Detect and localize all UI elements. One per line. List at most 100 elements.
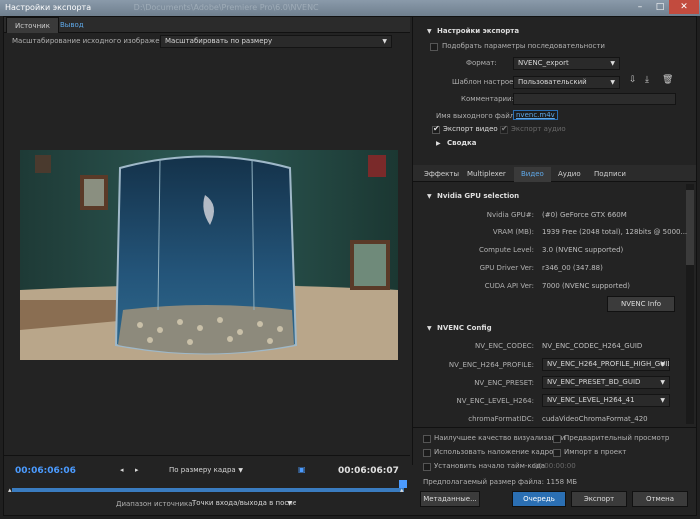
chevron-down-icon: ▼: [382, 38, 387, 45]
frame-blend-checkbox[interactable]: [423, 449, 431, 457]
level-select[interactable]: NV_ENC_LEVEL_H264_41 ▼: [542, 394, 670, 407]
tab-output[interactable]: Вывод: [52, 17, 92, 33]
safe-margins-icon[interactable]: ▣: [298, 465, 306, 474]
frame-blend-label: Использовать наложение кадров: [434, 448, 558, 456]
nvenc-row-value: NV_ENC_CODEC_H264_GUID: [542, 342, 643, 350]
collapse-triangle-icon[interactable]: ▼: [427, 28, 432, 35]
profile-value: NV_ENC_H264_PROFILE_HIGH_GUID: [547, 360, 670, 368]
export-audio-checkbox[interactable]: [500, 124, 508, 134]
chevron-down-icon: ▼: [238, 467, 243, 474]
metadata-button[interactable]: Метаданные...: [420, 491, 480, 507]
gpu-row-label: Nvidia GPU#:: [486, 211, 534, 219]
nvenc-section-title: NVENC Config: [437, 324, 492, 332]
delete-preset-icon[interactable]: 🗑: [662, 75, 673, 85]
match-sequence-checkbox[interactable]: [430, 43, 438, 51]
in-point-marker[interactable]: ▴: [8, 486, 12, 494]
output-name-link[interactable]: nvenc.m4v: [513, 110, 558, 120]
timecode-duration: 00:06:06:07: [338, 466, 399, 476]
export-video-label: Экспорт видео: [443, 125, 498, 133]
save-preset-icon[interactable]: ⇩: [629, 75, 637, 85]
tab-multiplexer[interactable]: Multiplexer: [460, 167, 513, 182]
window-titlebar: Настройки экспорта D:\Documents\Adobe\Pr…: [0, 0, 700, 16]
format-value: NVENC_export: [518, 59, 569, 67]
video-frame-image: [20, 150, 398, 360]
gpu-row-value: (#0) GeForce GTX 660M: [542, 211, 627, 219]
chevron-down-icon: ▼: [660, 397, 665, 404]
step-back-icon[interactable]: ◂: [120, 466, 124, 474]
best-quality-label: Наилучшее качество визуализации: [434, 434, 566, 442]
import-project-checkbox[interactable]: [553, 449, 561, 457]
gpu-row-label: CUDA API Ver:: [484, 282, 534, 290]
divider: [4, 455, 410, 456]
gpu-row-value: r346_00 (347.88): [542, 264, 603, 272]
divider: [413, 427, 696, 428]
format-select[interactable]: NVENC_export ▼: [513, 57, 620, 70]
export-settings-title: Настройки экспорта: [437, 27, 520, 35]
out-point-marker[interactable]: ▴: [400, 486, 404, 494]
comments-label: Комментарии:: [461, 95, 514, 103]
set-timecode-checkbox[interactable]: [423, 463, 431, 471]
gpu-row-value: 7000 (NVENC supported): [542, 282, 630, 290]
import-preset-icon[interactable]: ⤓: [645, 75, 649, 85]
window-title: Настройки экспорта: [5, 3, 92, 12]
nvenc-info-button[interactable]: NVENC Info: [607, 296, 675, 312]
set-timecode-label: Установить начало тайм-кода: [434, 462, 546, 470]
match-sequence-label: Подобрать параметры последовательности: [442, 42, 605, 50]
format-label: Формат:: [466, 59, 497, 67]
nvenc-row-label: NV_ENC_H264_PROFILE:: [448, 361, 534, 369]
maximize-button[interactable]: □: [650, 0, 670, 14]
queue-button[interactable]: Очередь: [512, 491, 566, 507]
cancel-button[interactable]: Отмена: [632, 491, 688, 507]
summary-section[interactable]: Сводка: [447, 139, 477, 147]
gpu-row-value: 3.0 (NVENC supported): [542, 246, 624, 254]
profile-select[interactable]: NV_ENC_H264_PROFILE_HIGH_GUID ▼: [542, 358, 670, 371]
step-forward-icon[interactable]: ▸: [135, 466, 139, 474]
gpu-row-label: VRAM (MB):: [492, 228, 534, 236]
source-range-select[interactable]: Точки входа/выхода в послед ▼: [188, 498, 296, 511]
collapse-triangle-icon[interactable]: ▼: [427, 193, 432, 200]
gpu-row-label: Compute Level:: [479, 246, 534, 254]
preset-guid-select[interactable]: NV_ENC_PRESET_BD_GUID ▼: [542, 376, 670, 389]
preset-label: Шаблон настроек:: [452, 78, 521, 86]
preview-checkbox[interactable]: [553, 435, 561, 443]
close-button[interactable]: ✕: [669, 0, 699, 14]
tab-audio[interactable]: Аудио: [551, 167, 588, 182]
comments-input[interactable]: [513, 93, 676, 105]
tab-effects[interactable]: Эффекты: [417, 167, 466, 182]
export-button[interactable]: Экспорт: [571, 491, 627, 507]
timeline-bar[interactable]: [12, 488, 404, 492]
preset-select[interactable]: Пользовательский ▼: [513, 76, 620, 89]
output-name-label: Имя выходного файла:: [436, 112, 521, 120]
fit-select[interactable]: По размеру кадра ▼: [165, 465, 247, 478]
export-video-checkbox[interactable]: [432, 124, 440, 134]
fit-select-value: По размеру кадра: [169, 466, 236, 474]
tab-captions[interactable]: Подписи: [587, 167, 633, 182]
nvenc-row-label: NV_ENC_CODEC:: [474, 342, 534, 350]
best-quality-checkbox[interactable]: [423, 435, 431, 443]
preset-guid-value: NV_ENC_PRESET_BD_GUID: [547, 378, 641, 386]
pane-divider: [412, 17, 413, 465]
tab-source[interactable]: Источник: [6, 17, 59, 33]
preset-value: Пользовательский: [518, 78, 587, 86]
video-preview: [20, 150, 398, 360]
chevron-down-icon: ▼: [610, 79, 615, 86]
source-range-value: Точки входа/выхода в послед: [192, 499, 296, 507]
scaling-label: Масштабирование исходного изображения:: [12, 37, 176, 45]
tab-video[interactable]: Видео: [514, 167, 551, 182]
export-audio-label: Экспорт аудио: [511, 125, 566, 133]
chevron-down-icon: ▼: [287, 500, 292, 507]
nvenc-row-label: NV_ENC_LEVEL_H264:: [456, 397, 535, 405]
nvenc-row-value: cudaVideoChromaFormat_420: [542, 415, 648, 423]
collapse-triangle-icon[interactable]: ▼: [427, 325, 432, 332]
chevron-down-icon: ▼: [660, 379, 665, 386]
expand-triangle-icon[interactable]: ▶: [436, 140, 441, 147]
nvenc-row-label: NV_ENC_PRESET:: [474, 379, 534, 387]
timecode-value[interactable]: 00:00:00:00: [533, 462, 576, 470]
gpu-section-title: Nvidia GPU selection: [437, 192, 520, 200]
minimize-button[interactable]: –: [630, 0, 650, 14]
window-path-blurred: D:\Documents\Adobe\Premiere Pro\6.0\NVEN…: [133, 3, 319, 12]
gpu-row-label: GPU Driver Ver:: [479, 264, 534, 272]
scaling-select[interactable]: Масштабировать по размеру ▼: [160, 35, 392, 48]
timecode-current[interactable]: 00:06:06:06: [15, 466, 76, 476]
settings-scrollbar-thumb[interactable]: [686, 190, 694, 265]
